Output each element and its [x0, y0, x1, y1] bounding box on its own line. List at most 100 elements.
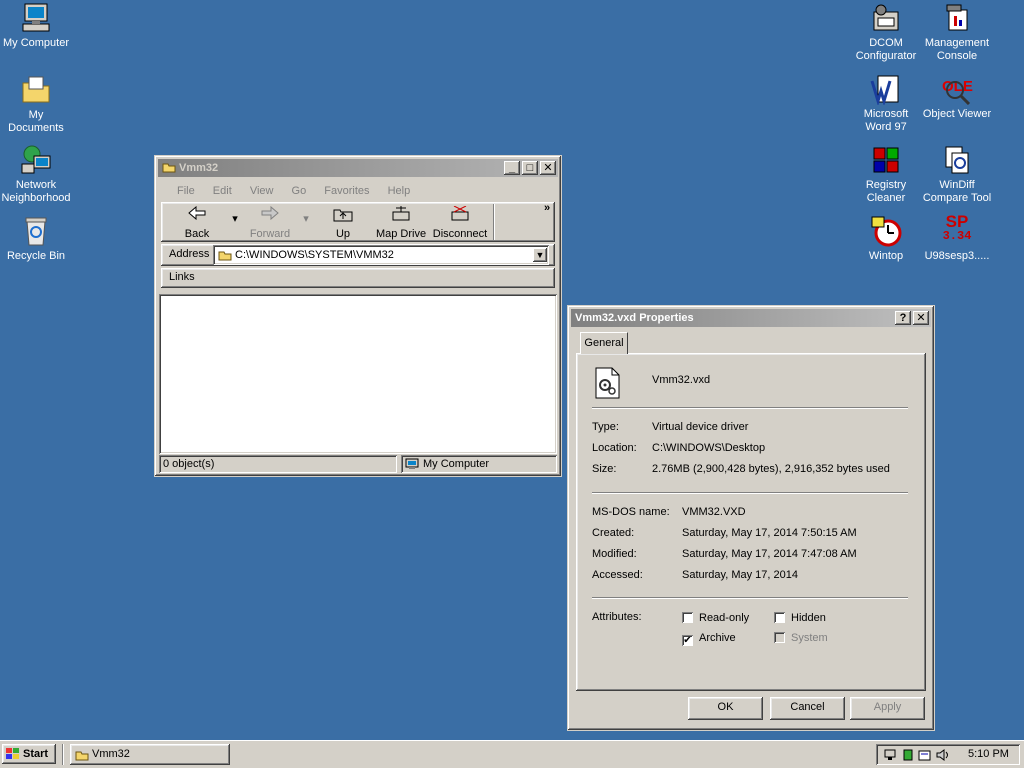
- explorer-window[interactable]: Vmm32 _ □ ✕ File Edit View Go Favorites …: [154, 155, 562, 477]
- ole-viewer-icon: OLE: [941, 73, 973, 106]
- forward-button[interactable]: Forward: [245, 205, 295, 240]
- tab-general[interactable]: General: [580, 332, 628, 354]
- desktop-icon-my-computer[interactable]: My Computer: [0, 2, 72, 50]
- desktop-icon-word[interactable]: Microsoft Word 97: [850, 73, 922, 134]
- desktop-icon-wintop[interactable]: Wintop: [850, 215, 922, 263]
- wintop-icon: [870, 215, 902, 247]
- tray-app-icon[interactable]: [903, 749, 913, 761]
- readonly-checkbox[interactable]: Read-only: [682, 612, 749, 624]
- explorer-titlebar[interactable]: Vmm32 _ □ ✕: [158, 159, 558, 177]
- archive-checkbox[interactable]: ✔ Archive: [682, 632, 736, 646]
- separator: [592, 492, 908, 494]
- menu-edit[interactable]: Edit: [213, 185, 232, 197]
- system-tray: 5:10 PM: [876, 744, 1020, 765]
- status-location-pane: My Computer: [401, 455, 557, 473]
- volume-icon[interactable]: [936, 749, 950, 761]
- checkmark-icon: ✔: [682, 635, 693, 646]
- separator: [592, 407, 908, 409]
- desktop-icon-dcom[interactable]: DCOM Configurator: [850, 2, 922, 63]
- word-icon: [870, 73, 902, 107]
- desktop-icon-management-console[interactable]: Management Console: [921, 2, 993, 63]
- help-button[interactable]: ?: [895, 311, 911, 325]
- up-folder-icon: [327, 206, 359, 226]
- properties-titlebar[interactable]: Vmm32.vxd Properties ? ✕: [571, 309, 931, 327]
- cancel-button[interactable]: Cancel: [770, 697, 845, 720]
- disconnect-button[interactable]: Disconnect: [431, 205, 489, 240]
- address-input[interactable]: C:\WINDOWS\SYSTEM\VMM32 ▼: [213, 245, 549, 265]
- accessed-value: Saturday, May 17, 2014: [682, 569, 798, 581]
- checkbox-box: [682, 612, 693, 623]
- folder-content-area[interactable]: [159, 294, 557, 454]
- desktop-icon-label: Recycle Bin: [6, 250, 66, 262]
- desktop-icon-network[interactable]: Network Neighborhood: [0, 144, 72, 205]
- start-button[interactable]: Start: [2, 744, 56, 764]
- address-dropdown-button[interactable]: ▼: [533, 248, 547, 262]
- checkbox-box: [774, 612, 785, 623]
- minimize-button[interactable]: _: [504, 161, 520, 175]
- menu-bar: File Edit View Go Favorites Help: [163, 182, 557, 200]
- desktop-icon-registry-cleaner[interactable]: Registry Cleaner: [850, 144, 922, 205]
- desktop-icon-windiff[interactable]: WinDiff Compare Tool: [921, 144, 993, 205]
- network-tray-icon[interactable]: [884, 749, 898, 761]
- taskbar-divider: [62, 744, 64, 765]
- desktop-icon-object-viewer[interactable]: OLE Object Viewer: [921, 73, 993, 121]
- computer-icon: [405, 458, 419, 469]
- desktop-icon-label: My Documents: [8, 109, 64, 134]
- map-drive-button[interactable]: Map Drive: [375, 206, 427, 240]
- desktop-icon-recycle-bin[interactable]: Recycle Bin: [0, 215, 72, 263]
- desktop-icon-label: U98sesp3.....: [924, 250, 990, 262]
- status-bar: 0 object(s) My Computer: [159, 455, 557, 473]
- address-bar: Address C:\WINDOWS\SYSTEM\VMM32 ▼: [161, 244, 555, 266]
- address-label: Address: [169, 248, 210, 260]
- scheduler-tray-icon[interactable]: [918, 749, 932, 761]
- folder-icon: [75, 751, 89, 761]
- folder-icon: [162, 163, 176, 173]
- map-drive-icon: [375, 206, 427, 226]
- status-objects-pane: 0 object(s): [159, 455, 397, 473]
- back-dropdown-button[interactable]: ▾: [230, 212, 240, 225]
- type-value: Virtual device driver: [652, 421, 749, 433]
- links-bar: Links: [161, 268, 555, 288]
- management-console-icon: [941, 2, 973, 34]
- properties-dialog[interactable]: Vmm32.vxd Properties ? ✕ General Vmm32.v…: [567, 305, 935, 731]
- desktop-icon-service-pack[interactable]: SP 3.34 U98sesp3.....: [921, 213, 993, 263]
- hidden-checkbox[interactable]: Hidden: [774, 612, 826, 624]
- desktop-icon-my-documents[interactable]: My Documents: [0, 74, 72, 135]
- disconnect-drive-icon: [431, 205, 489, 226]
- menu-view[interactable]: View: [250, 185, 274, 197]
- menu-favorites[interactable]: Favorites: [324, 185, 369, 197]
- ok-button[interactable]: OK: [688, 697, 763, 720]
- links-label[interactable]: Links: [169, 271, 195, 283]
- up-button[interactable]: Up: [327, 206, 359, 240]
- toolbar-divider: [493, 204, 495, 240]
- registry-icon: [870, 144, 902, 176]
- desktop-icon-label: My Computer: [2, 37, 70, 49]
- file-name: Vmm32.vxd: [652, 374, 711, 386]
- menu-help[interactable]: Help: [388, 185, 411, 197]
- recycle-bin-icon: [20, 215, 52, 247]
- close-button[interactable]: ✕: [913, 311, 929, 325]
- desktop-icon-label: WinDiff Compare Tool: [922, 179, 992, 204]
- desktop-icon-label: Microsoft Word 97: [863, 108, 909, 133]
- modified-value: Saturday, May 17, 2014 7:47:08 AM: [682, 548, 857, 560]
- dcom-icon: [870, 2, 902, 34]
- menu-file[interactable]: File: [177, 185, 195, 197]
- desktop-icon-label: Object Viewer: [922, 108, 992, 120]
- forward-dropdown-button[interactable]: ▾: [301, 212, 311, 225]
- folder-documents-icon: [20, 74, 52, 106]
- type-label: Type:: [592, 421, 619, 433]
- system-checkbox[interactable]: System: [774, 632, 828, 644]
- taskbar-item-vmm32[interactable]: Vmm32: [70, 744, 230, 765]
- address-value: C:\WINDOWS\SYSTEM\VMM32: [235, 249, 394, 261]
- accessed-label: Accessed:: [592, 569, 643, 581]
- maximize-button[interactable]: □: [522, 161, 538, 175]
- folder-icon: [218, 251, 232, 261]
- back-button[interactable]: Back: [177, 205, 217, 240]
- computer-icon: [20, 2, 52, 34]
- close-button[interactable]: ✕: [540, 161, 556, 175]
- apply-button[interactable]: Apply: [850, 697, 925, 720]
- separator: [592, 597, 908, 599]
- toolbar-more-button[interactable]: »: [541, 202, 553, 214]
- desktop-icon-label: Network Neighborhood: [1, 179, 71, 204]
- menu-go[interactable]: Go: [292, 185, 307, 197]
